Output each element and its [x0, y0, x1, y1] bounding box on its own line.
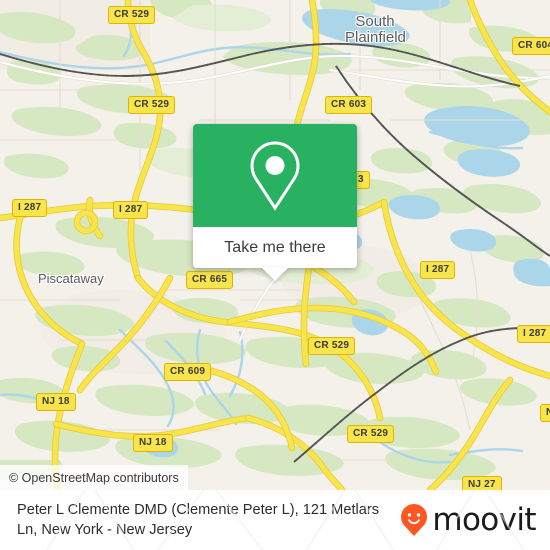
moovit-logo[interactable]: moovit [399, 501, 537, 538]
card-pointer-tail [261, 267, 289, 281]
shield-cr-665[interactable]: CR 665 [186, 271, 234, 289]
footer-bar: Peter L Clemente DMD (Clemente Peter L),… [0, 490, 550, 550]
shield-cr-529-mid[interactable]: CR 529 [308, 337, 356, 355]
shield-nj-18-lower[interactable]: NJ 18 [133, 434, 173, 452]
moovit-wordmark: moovit [432, 501, 536, 538]
shield-cr-609[interactable]: CR 609 [164, 363, 212, 381]
shield-i-287-left[interactable]: I 287 [12, 199, 48, 217]
shield-i-287-mid[interactable]: I 287 [113, 201, 149, 219]
place-label-piscataway: Piscataway [38, 271, 104, 286]
shield-cr-603[interactable]: CR 603 [325, 96, 373, 114]
shield-i-287-far-right[interactable]: I 287 [517, 325, 550, 343]
location-pin-icon [250, 140, 300, 211]
take-me-there-card[interactable]: Take me there [193, 124, 357, 281]
card-action-area[interactable]: Take me there [193, 227, 357, 281]
map-canvas[interactable]: .land { fill:#f4f1ea; } .green { fill:#d… [0, 0, 550, 490]
shield-nj-edge[interactable]: N [540, 404, 550, 422]
place-label-south-plainfield: South Plainfield [345, 13, 406, 46]
shield-nj-18-upper[interactable]: NJ 18 [36, 393, 76, 411]
shield-cr-529-lower[interactable]: CR 529 [347, 425, 395, 443]
map-screenshot: .land { fill:#f4f1ea; } .green { fill:#d… [0, 0, 550, 550]
moovit-smiley-pin-icon [401, 504, 428, 536]
shield-cr-604[interactable]: CR 604 [512, 37, 550, 55]
place-label-line-2: Plainfield [345, 29, 406, 46]
shield-cr-529-upper[interactable]: CR 529 [128, 96, 176, 114]
location-caption: Peter L Clemente DMD (Clemente Peter L),… [17, 502, 380, 538]
place-label-line-1: South [355, 13, 395, 30]
take-me-there-label: Take me there [224, 238, 326, 256]
osm-attribution[interactable]: © OpenStreetMap contributors [0, 465, 188, 490]
shield-nj-27[interactable]: NJ 27 [462, 476, 502, 490]
shield-cr-529-top[interactable]: CR 529 [108, 6, 156, 24]
card-pin-area [193, 124, 357, 227]
shield-i-287-right[interactable]: I 287 [420, 261, 456, 279]
